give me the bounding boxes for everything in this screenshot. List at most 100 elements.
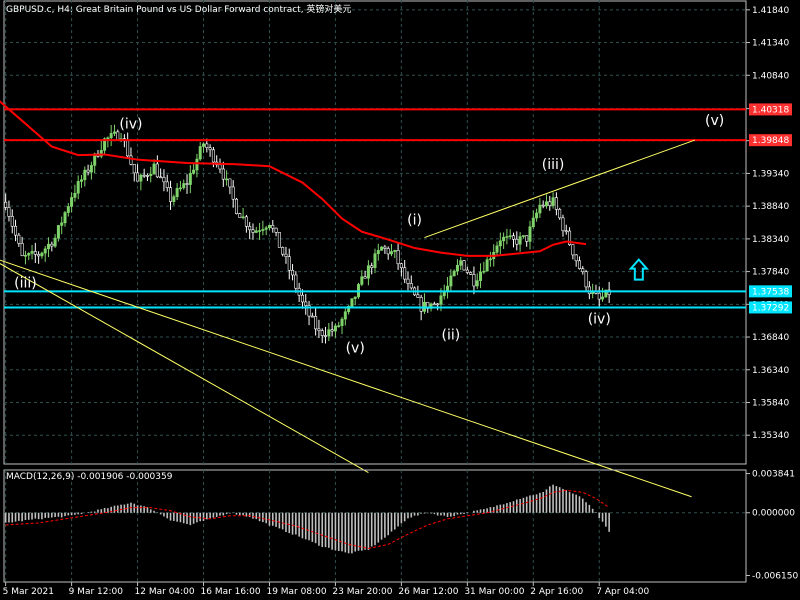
candle-body xyxy=(267,225,271,229)
candle-body xyxy=(488,258,492,261)
price-tick-label: 1.36840 xyxy=(752,333,789,343)
candle-body xyxy=(535,212,539,219)
time-tick-label: 5 Mar 2021 xyxy=(3,587,54,597)
candle-body xyxy=(211,149,215,163)
candle-body xyxy=(142,174,146,177)
time-tick-label: 26 Mar 12:00 xyxy=(398,587,458,597)
candle-body xyxy=(432,303,436,306)
candle-body xyxy=(30,251,34,254)
candle-body xyxy=(314,316,318,330)
candle-body xyxy=(439,295,443,305)
candle-body xyxy=(436,303,440,306)
candle-body xyxy=(66,206,70,213)
candle-body xyxy=(300,294,304,303)
candle-body xyxy=(340,318,344,326)
macd-tick-label: 0.000000 xyxy=(752,509,795,519)
candle-body xyxy=(333,325,337,332)
wave-label: (iv) xyxy=(588,311,611,327)
candle-body xyxy=(370,265,374,268)
candle-body xyxy=(175,188,179,198)
candle-body xyxy=(541,204,545,207)
candle-body xyxy=(393,250,397,252)
chart-canvas[interactable]: (iv) (iii) (v) (i) (ii) (iii) (iv) (v) 1.41840 1… xyxy=(0,0,800,600)
candle-body xyxy=(231,186,235,200)
time-tick-label: 23 Mar 20:00 xyxy=(332,587,392,597)
candle-body xyxy=(386,248,390,255)
candle-body xyxy=(261,229,265,231)
time-tick-label: 2 Apr 16:00 xyxy=(530,587,583,597)
candle-body xyxy=(63,212,67,224)
candle-body xyxy=(221,168,225,180)
time-tick-label: 12 Mar 04:00 xyxy=(135,587,195,597)
price-tick-label: 1.38840 xyxy=(752,202,789,212)
candle-body xyxy=(238,213,242,218)
candle-body xyxy=(172,196,176,202)
candle-body xyxy=(136,172,140,182)
price-level-tag-label: 1.37292 xyxy=(752,303,789,313)
chart-title: GBPUSD.c, H4: Great Britain Pound vs US … xyxy=(6,3,351,15)
candle-body xyxy=(152,163,156,175)
candle-body xyxy=(182,183,186,189)
price-tick-label: 1.41840 xyxy=(752,6,789,16)
candle-body xyxy=(145,175,149,177)
time-tick-label: 7 Apr 04:00 xyxy=(596,587,649,597)
time-tick-label: 16 Mar 16:00 xyxy=(201,587,261,597)
candle-body xyxy=(577,260,581,269)
candle-body xyxy=(419,297,423,312)
candle-body xyxy=(495,245,499,253)
candle-body xyxy=(452,270,456,277)
candle-body xyxy=(109,133,113,139)
candle-body xyxy=(234,198,238,214)
candle-body xyxy=(558,209,562,219)
candle-body xyxy=(479,271,483,281)
candle-body xyxy=(353,296,357,299)
candle-body xyxy=(521,235,525,237)
candle-body xyxy=(7,207,11,217)
price-tick-label: 1.35340 xyxy=(752,431,789,441)
candle-body xyxy=(244,216,248,227)
candle-body xyxy=(208,147,212,151)
candle-body xyxy=(60,222,64,226)
candle-body xyxy=(159,176,163,179)
candle-body xyxy=(198,146,202,160)
candle-body xyxy=(47,243,51,250)
candle-body xyxy=(274,227,278,233)
candle-body xyxy=(502,236,506,242)
candle-body xyxy=(23,254,27,257)
candle-body xyxy=(165,181,169,188)
candle-body xyxy=(544,201,548,207)
candle-body xyxy=(571,244,575,256)
candle-body xyxy=(581,268,585,273)
candle-body xyxy=(258,230,262,232)
candle-body xyxy=(531,217,535,228)
candle-body xyxy=(574,254,578,262)
candle-body xyxy=(343,311,347,320)
candle-body xyxy=(538,204,542,214)
candle-body xyxy=(277,232,281,248)
candle-body xyxy=(406,278,410,284)
candle-body xyxy=(27,253,31,256)
candle-body xyxy=(17,234,21,244)
candle-body xyxy=(482,270,486,273)
candle-body xyxy=(324,335,328,337)
candle-body xyxy=(254,230,258,233)
wave-label: (ii) xyxy=(441,328,460,344)
candle-body xyxy=(416,294,420,298)
candle-body xyxy=(155,163,159,178)
candle-body xyxy=(225,178,229,181)
candle-body xyxy=(53,237,57,247)
candle-body xyxy=(56,225,60,239)
candle-body xyxy=(271,225,275,229)
candle-body xyxy=(43,248,47,254)
candle-body xyxy=(597,292,601,300)
price-tick-label: 1.35840 xyxy=(752,398,789,408)
candle-body xyxy=(525,235,529,242)
candle-body xyxy=(162,177,166,183)
price-tick-label: 1.41340 xyxy=(752,39,789,49)
candle-body xyxy=(327,329,331,337)
candle-body xyxy=(376,250,380,255)
candle-body xyxy=(310,315,314,318)
candle-body xyxy=(330,329,334,332)
candle-body xyxy=(472,274,476,287)
candle-body xyxy=(14,225,18,236)
